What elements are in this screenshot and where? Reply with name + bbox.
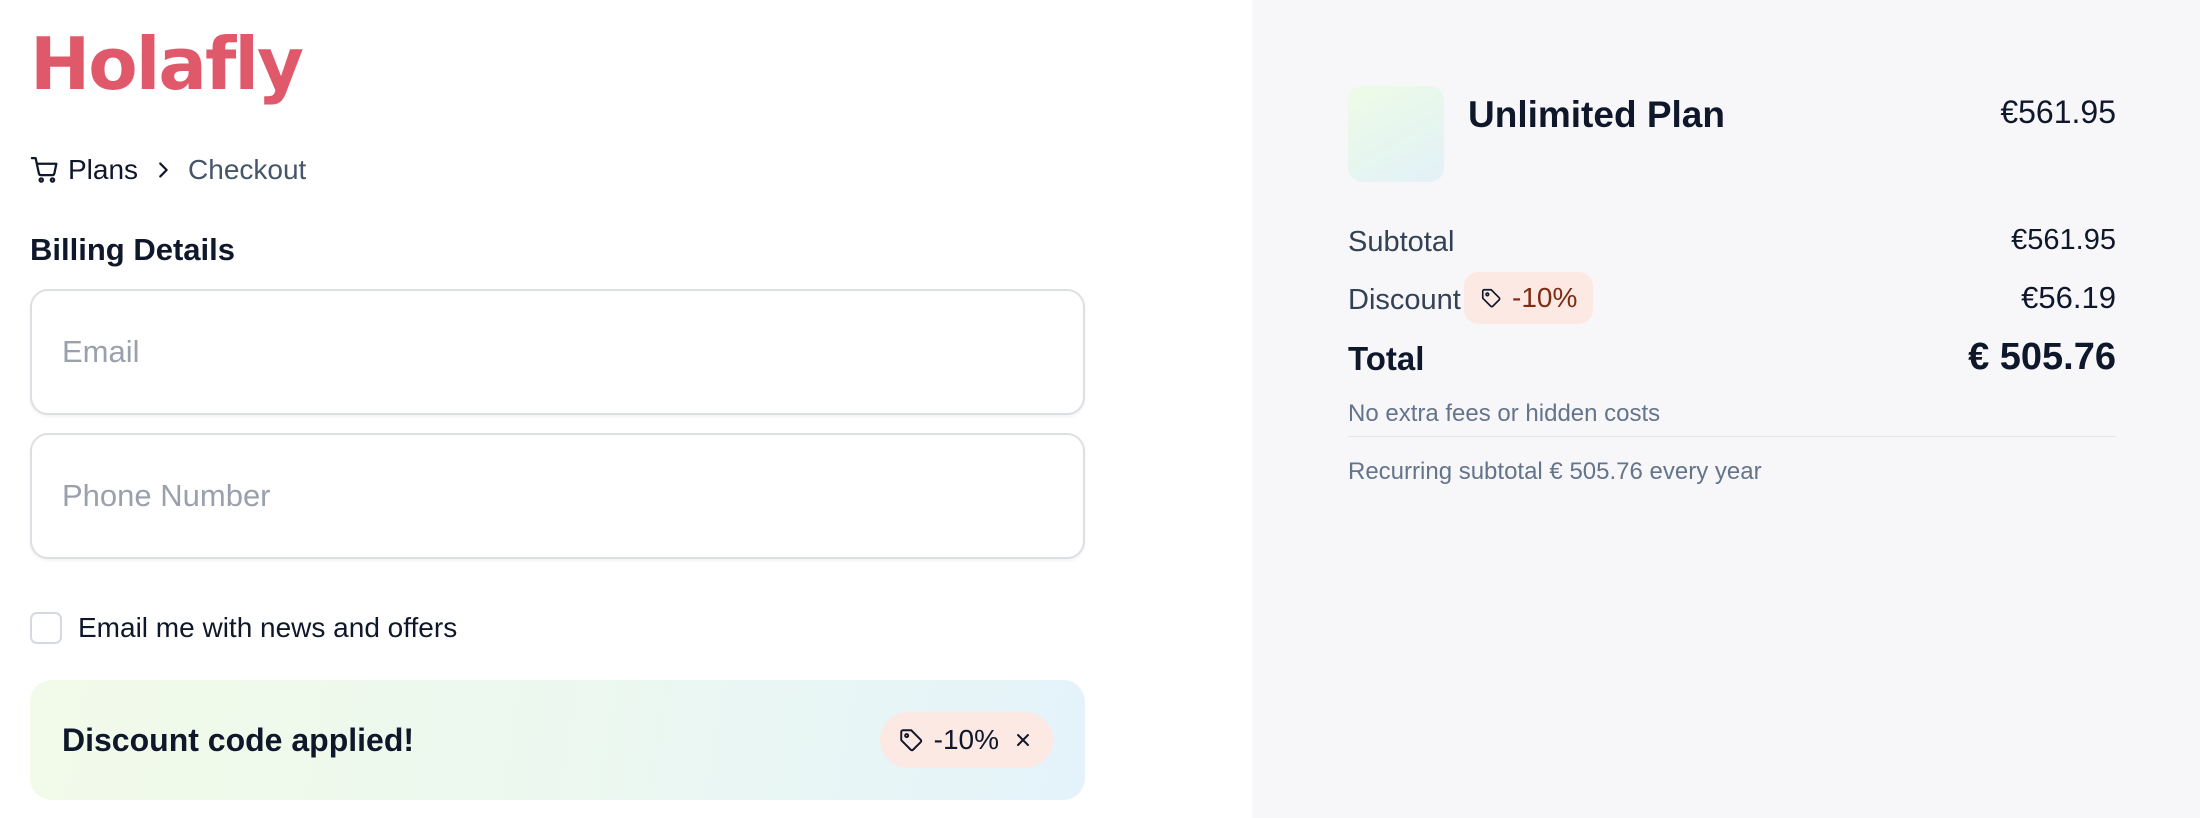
discount-code-pill: -10% — [879, 712, 1053, 768]
newsletter-label[interactable]: Email me with news and offers — [78, 612, 457, 644]
phone-number-field[interactable] — [32, 435, 1083, 557]
breadcrumb-plans-link[interactable]: Plans — [68, 154, 138, 186]
newsletter-option: Email me with news and offers — [30, 612, 457, 644]
order-summary-panel: Unlimited Plan €561.95 Subtotal €561.95 … — [1252, 0, 2200, 818]
divider — [1348, 436, 2116, 437]
total-label: Total — [1348, 340, 1425, 377]
newsletter-checkbox[interactable] — [30, 612, 62, 644]
product-price: €561.95 — [2000, 94, 2116, 130]
phone-field-container — [30, 433, 1085, 559]
email-field-container — [30, 289, 1085, 415]
recurring-subtotal-note: Recurring subtotal € 505.76 every year — [1348, 458, 1762, 485]
email-field[interactable] — [32, 291, 1083, 413]
total-value: € 505.76 — [1968, 336, 2116, 378]
fees-note: No extra fees or hidden costs — [1348, 400, 1661, 427]
billing-panel: Holafly Plans Checkout Billing Details E… — [0, 0, 1252, 818]
breadcrumb: Plans Checkout — [30, 154, 306, 186]
billing-details-title: Billing Details — [30, 232, 235, 267]
holafly-logo[interactable]: Holafly — [30, 28, 304, 100]
tag-icon — [898, 727, 924, 753]
discount-applied-text: Discount code applied! — [62, 721, 415, 758]
discount-label: Discount — [1348, 284, 1461, 316]
subtotal-label: Subtotal — [1348, 226, 1455, 258]
plan-thumbnail — [1348, 86, 1444, 182]
discount-badge-label: -10% — [1512, 282, 1578, 313]
product-name: Unlimited Plan — [1468, 94, 1725, 135]
close-icon[interactable] — [1013, 730, 1033, 750]
discount-value: €56.19 — [2021, 280, 2116, 315]
discount-code-label: -10% — [933, 724, 999, 755]
cart-icon[interactable] — [30, 155, 60, 185]
chevron-right-icon — [152, 159, 174, 181]
discount-badge: -10% — [1464, 272, 1594, 324]
subtotal-value: €561.95 — [2011, 224, 2116, 256]
discount-applied-banner: Discount code applied! -10% — [30, 680, 1085, 800]
breadcrumb-current: Checkout — [188, 154, 307, 185]
tag-icon — [1480, 287, 1502, 309]
